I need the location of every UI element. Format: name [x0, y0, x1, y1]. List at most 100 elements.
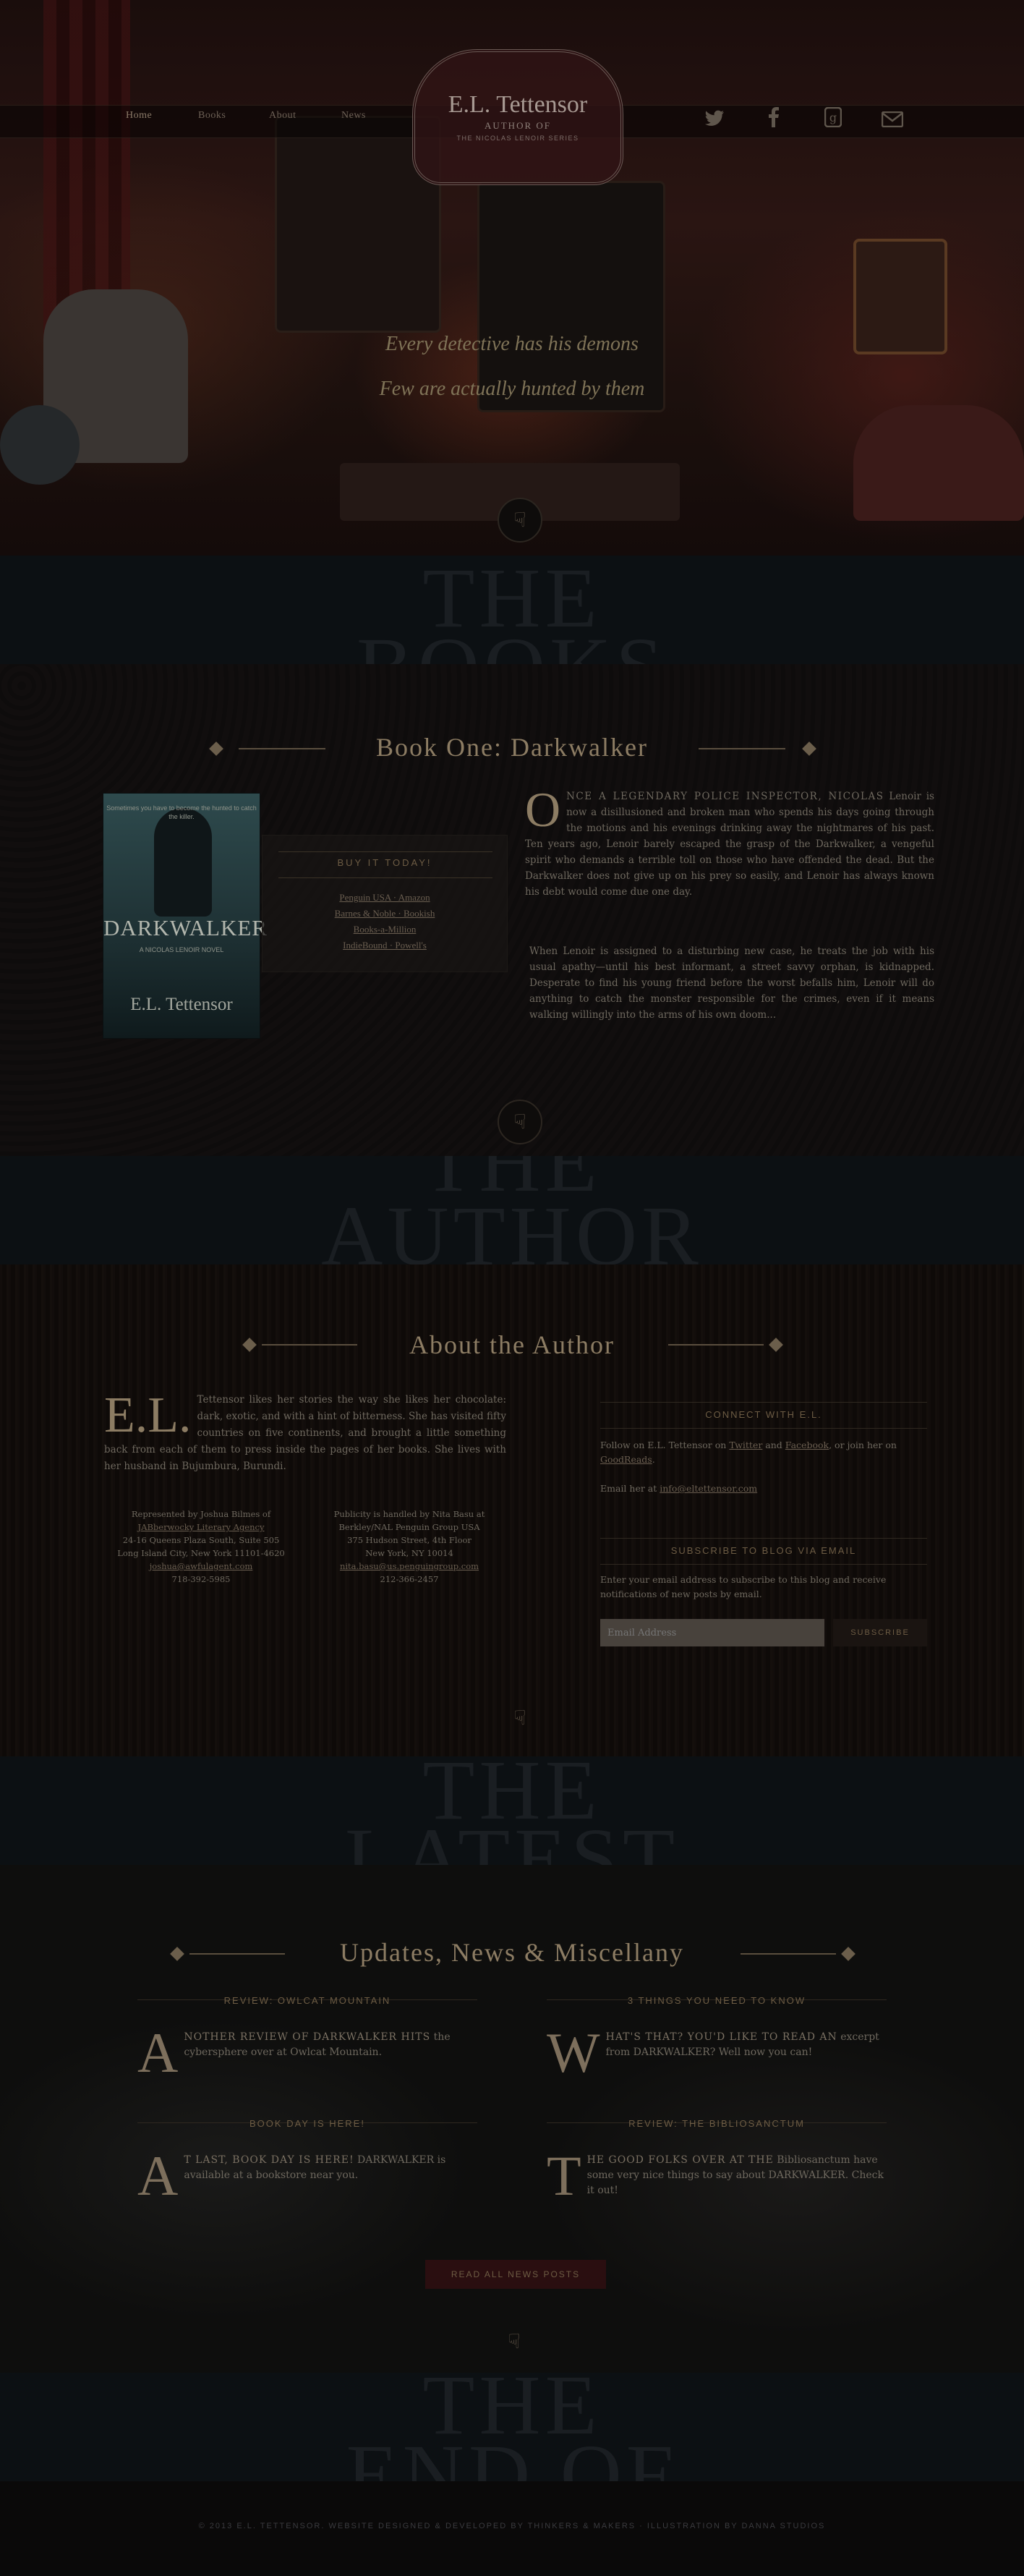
news-post-4-dropcap: T	[547, 2144, 581, 2207]
email-icon[interactable]	[876, 106, 908, 137]
banner-author-word: AUTHOR	[321, 1189, 703, 1265]
nav-books[interactable]: Books	[198, 110, 226, 122]
news-post-2-lead: HAT'S THAT? YOU'D LIKE TO READ AN	[605, 2031, 837, 2043]
scroll-down-button[interactable]: ☟	[498, 498, 542, 543]
buy-rule-top	[278, 851, 492, 852]
agent-email-link[interactable]: joshua@awfulagent.com	[104, 1560, 298, 1573]
connect-text-b: , or join her on	[829, 1440, 897, 1450]
books-banner: THE BOOKS	[0, 556, 1024, 664]
publicity-email-link[interactable]: nita.basu@us.penguingroup.com	[312, 1560, 506, 1573]
agent-line-3: 24-16 Queens Plaza South, Suite 505	[122, 1535, 280, 1545]
publicity-line-3: 375 Hudson Street, 4th Floor	[347, 1535, 472, 1545]
site-logo[interactable]: E.L. Tettensor AUTHOR OF THE NICOLAS LEN…	[412, 49, 623, 185]
news-post-3-heading[interactable]: BOOK DAY IS HERE!	[137, 2118, 477, 2129]
tagline-2: Few are actually hunted by them	[379, 378, 645, 400]
buy-link-indiebound-powells[interactable]: IndieBound · Powell's	[263, 940, 507, 951]
news-post-1-dropcap: A	[137, 2021, 179, 2084]
buy-link-penguin-amazon[interactable]: Penguin USA · Amazon	[263, 892, 507, 904]
email-label: Email her at	[600, 1483, 660, 1494]
news-section-title: Updates, News & Miscellany	[340, 1938, 684, 1967]
cover-author: E.L. Tettensor	[130, 995, 233, 1014]
footer-credits: © 2013 E.L. TETTENSOR. WEBSITE DESIGNED …	[198, 2522, 826, 2530]
cover-title: DARKWALKER	[103, 915, 268, 940]
sofa-right	[853, 405, 1024, 521]
buy-link-bam[interactable]: Books-a-Million	[263, 924, 507, 935]
news-post-4-body: T HE GOOD FOLKS OVER AT THE Bibliosanctum…	[547, 2144, 887, 2207]
news-section: Updates, News & Miscellany REVIEW: OWLCA…	[0, 1865, 1024, 2373]
banner-end-word: END OF	[346, 2427, 678, 2482]
publicity-info: Publicity is handled by Nita Basu at Ber…	[312, 1508, 506, 1586]
facebook-icon[interactable]	[758, 106, 790, 137]
hand-pointer-icon: ☟	[508, 2329, 521, 2353]
buy-link-bn-bookish[interactable]: Barnes & Noble · Bookish	[263, 908, 507, 919]
connect-text-a: Follow on E.L. Tettensor on	[600, 1440, 730, 1450]
facebook-link[interactable]: Facebook	[785, 1440, 829, 1450]
subscribe-heading: SUBSCRIBE TO BLOG VIA EMAIL	[670, 1545, 857, 1556]
goodreads-icon[interactable]: g	[817, 106, 849, 137]
agent-agency-link[interactable]: JABberwocky Literary Agency	[104, 1521, 298, 1534]
connect-rule-top	[600, 1402, 927, 1403]
logo-subtitle: AUTHOR OF	[484, 120, 552, 131]
cover-figure	[154, 808, 212, 917]
news-post-1-lead: NOTHER REVIEW OF DARKWALKER HITS	[184, 2031, 431, 2043]
author-bio: E.L. Tettensor likes her stories the way …	[104, 1390, 506, 1475]
scroll-down-button-news[interactable]: ☟	[492, 2321, 537, 2365]
nav-news[interactable]: News	[341, 110, 366, 122]
hero-section: Home Books About News E.L. Tettensor AUT…	[0, 0, 1024, 556]
latest-banner: THE LATEST	[0, 1756, 1024, 1865]
cover-blurb: Sometimes you have to become the hunted …	[106, 804, 257, 820]
news-post-3-lead: T LAST, BOOK DAY IS HERE!	[184, 2154, 354, 2166]
news-post-1-body: A NOTHER REVIEW OF DARKWALKER HITS the cy…	[137, 2021, 477, 2084]
author-section: About the Author E.L. Tettensor likes her…	[0, 1264, 1024, 1756]
book-synopsis-lead: NCE A LEGENDARY POLICE INSPECTOR, NICOLA…	[566, 791, 884, 802]
svg-text:g: g	[829, 111, 837, 124]
news-post-1-heading[interactable]: REVIEW: OWLCAT MOUNTAIN	[137, 1995, 477, 2006]
buy-heading: BUY IT TODAY!	[337, 857, 432, 868]
twitter-link[interactable]: Twitter	[729, 1440, 762, 1450]
logo-title: E.L. Tettensor	[448, 91, 588, 118]
news-post-2-body: W HAT'S THAT? YOU'D LIKE TO READ AN excer…	[547, 2021, 887, 2084]
agent-line-1: Represented by Joshua Bilmes of	[131, 1509, 271, 1519]
connect-heading: CONNECT WITH E.L.	[705, 1409, 822, 1420]
subscribe-email-input[interactable]	[600, 1619, 824, 1646]
connect-and: and	[762, 1440, 785, 1450]
news-post-3-body: AT LAST, BOOK DAY IS HERE! DARKWALKER is…	[137, 2148, 477, 2204]
agent-phone: 718-392-5985	[171, 1574, 231, 1584]
cover-subline: A NICOLAS LENOIR NOVEL	[139, 946, 224, 953]
subscribe-text: Enter your email address to subscribe to…	[600, 1574, 887, 1599]
connect-rule-bottom	[600, 1428, 927, 1429]
publicity-line-2: Berkley/NAL Penguin Group USA	[338, 1522, 480, 1532]
end-banner: THE END OF	[0, 2373, 1024, 2481]
subscribe-rule-bottom	[600, 1564, 927, 1565]
read-all-news-button[interactable]: READ ALL NEWS POSTS	[425, 2260, 606, 2289]
news-post-2-heading[interactable]: 3 THINGS YOU NEED TO KNOW	[547, 1995, 887, 2006]
author-section-title: About the Author	[409, 1330, 615, 1359]
subscribe-button[interactable]: SUBSCRIBE	[833, 1619, 927, 1646]
book-cover[interactable]: Sometimes you have to become the hunted …	[103, 793, 268, 1039]
agent-info: Represented by Joshua Bilmes of JABberwo…	[104, 1508, 298, 1586]
hand-pointer-icon: ☟	[513, 1110, 526, 1134]
footer: © 2013 E.L. TETTENSOR. WEBSITE DESIGNED …	[0, 2481, 1024, 2576]
book-synopsis-2: When Lenoir is assigned to a disturbing …	[529, 945, 934, 1021]
hand-pointer-icon: ☟	[513, 508, 526, 532]
book-synopsis-1-text: Lenoir is now a disillusioned and broken…	[525, 791, 934, 898]
nav-home[interactable]: Home	[126, 110, 152, 122]
publicity-line-4: New York, NY 10014	[365, 1548, 453, 1558]
author-email-link[interactable]: info@eltettensor.com	[660, 1483, 757, 1494]
connect-text: Follow on E.L. Tettensor on Twitter and …	[600, 1440, 897, 1465]
news-post-2-dropcap: W	[547, 2021, 600, 2084]
author-banner: THE AUTHOR	[0, 1156, 1024, 1264]
goodreads-link[interactable]: GoodReads	[600, 1454, 652, 1465]
book-section-title: Book One: Darkwalker	[376, 733, 648, 762]
buy-rule-bottom	[278, 877, 492, 878]
scroll-down-button-author[interactable]: ☟	[498, 1697, 542, 1742]
email-line: Email her at info@eltettensor.com	[600, 1482, 927, 1496]
globe	[0, 405, 80, 485]
nav-about[interactable]: About	[269, 110, 296, 122]
scroll-down-button-book[interactable]: ☟	[498, 1100, 542, 1144]
news-post-4-heading[interactable]: REVIEW: THE BIBLIOSANCTUM	[547, 2118, 887, 2129]
subscribe-rule-top	[600, 1538, 927, 1539]
publicity-phone: 212-366-2457	[380, 1574, 439, 1584]
publicity-line-1: Publicity is handled by Nita Basu at	[333, 1509, 485, 1519]
twitter-icon[interactable]	[699, 106, 730, 137]
